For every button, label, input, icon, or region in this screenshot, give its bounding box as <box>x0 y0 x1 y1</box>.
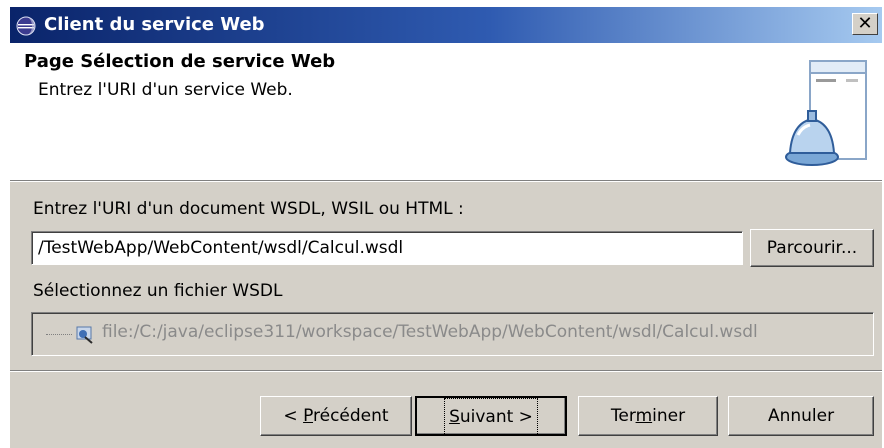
wizard-dialog: Client du service Web ✕ Page Sélection d… <box>10 7 882 448</box>
uri-label: Entrez l'URI d'un document WSDL, WSIL ou… <box>33 199 464 219</box>
back-label-pre: < <box>283 406 304 426</box>
next-label-post: uivant > <box>459 407 533 427</box>
footer-separator <box>10 370 882 372</box>
next-button[interactable]: Suivant > <box>415 396 567 436</box>
window-title: Client du service Web <box>44 14 265 35</box>
back-button[interactable]: < Précédent <box>260 396 412 436</box>
tree-connector <box>46 334 72 335</box>
finish-mnemonic: m <box>635 406 653 426</box>
back-mnemonic: P <box>303 406 314 426</box>
title-bar[interactable]: Client du service Web ✕ <box>10 7 882 43</box>
wizard-header: Page Sélection de service Web Entrez l'U… <box>10 43 882 180</box>
tree-item-wsdl[interactable]: file:/C:/java/eclipse311/workspace/TestW… <box>102 322 758 342</box>
wsdl-file-icon <box>76 326 93 344</box>
page-description: Entrez l'URI d'un service Web. <box>38 80 293 100</box>
header-separator <box>10 180 882 182</box>
next-mnemonic: S <box>449 407 460 427</box>
finish-button[interactable]: Terminer <box>578 396 718 436</box>
browse-button[interactable]: Parcourir... <box>750 229 874 267</box>
finish-label-pre: Ter <box>610 406 636 426</box>
next-focus-ring: Suivant > <box>444 398 538 436</box>
wsdl-file-tree[interactable]: file:/C:/java/eclipse311/workspace/TestW… <box>31 312 874 356</box>
close-icon: ✕ <box>857 13 873 34</box>
web-service-wizard-icon <box>785 60 867 166</box>
back-label-post: récédent <box>313 406 389 426</box>
uri-input[interactable]: /TestWebApp/WebContent/wsdl/Calcul.wsdl <box>31 231 743 265</box>
finish-label-post: iner <box>652 406 686 426</box>
close-button[interactable]: ✕ <box>852 13 878 35</box>
wsdl-select-label: Sélectionnez un fichier WSDL <box>33 281 283 301</box>
eclipse-icon <box>16 16 36 36</box>
page-title: Page Sélection de service Web <box>24 51 336 72</box>
cancel-button[interactable]: Annuler <box>728 396 874 436</box>
